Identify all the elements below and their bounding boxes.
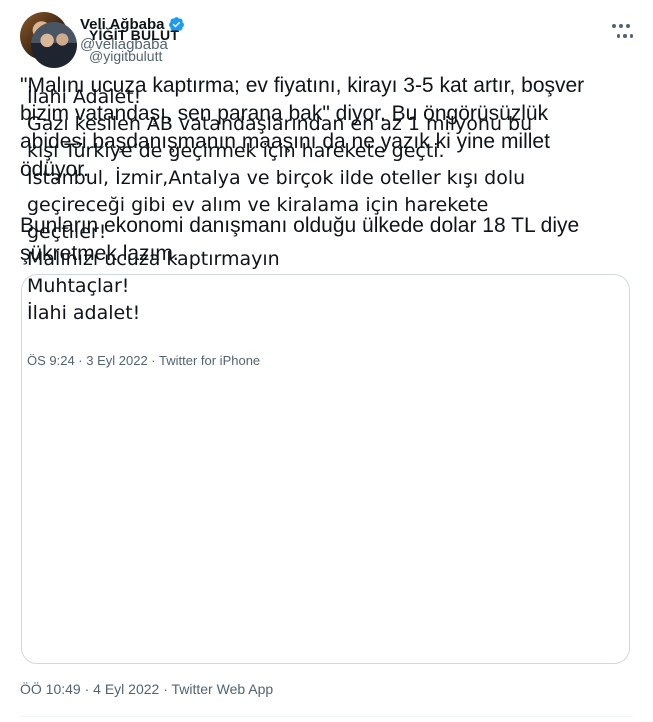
quoted-tweet-card[interactable] xyxy=(21,274,630,664)
divider xyxy=(20,716,633,717)
tweet-container: Veli Ağbaba @veliagbaba "Malını ucuza ka… xyxy=(0,0,653,722)
quoted-tweet-text: İlahi Adalet! Gazı kesilen AB vatandaşla… xyxy=(27,86,533,324)
tweet-timestamp[interactable]: ÖÖ 10:49 · 4 Eyl 2022 · Twitter Web App xyxy=(20,681,273,697)
quoted-tweet-timestamp[interactable]: ÖS 9:24 · 3 Eyl 2022 · Twitter for iPhon… xyxy=(27,353,260,368)
quoted-author-handle[interactable]: @yigitbulutt xyxy=(89,48,162,64)
quoted-more-options-icon[interactable] xyxy=(615,26,635,46)
quoted-author-avatar[interactable] xyxy=(31,22,77,68)
quoted-author-name[interactable]: YİĞİT BULUT xyxy=(89,27,179,43)
